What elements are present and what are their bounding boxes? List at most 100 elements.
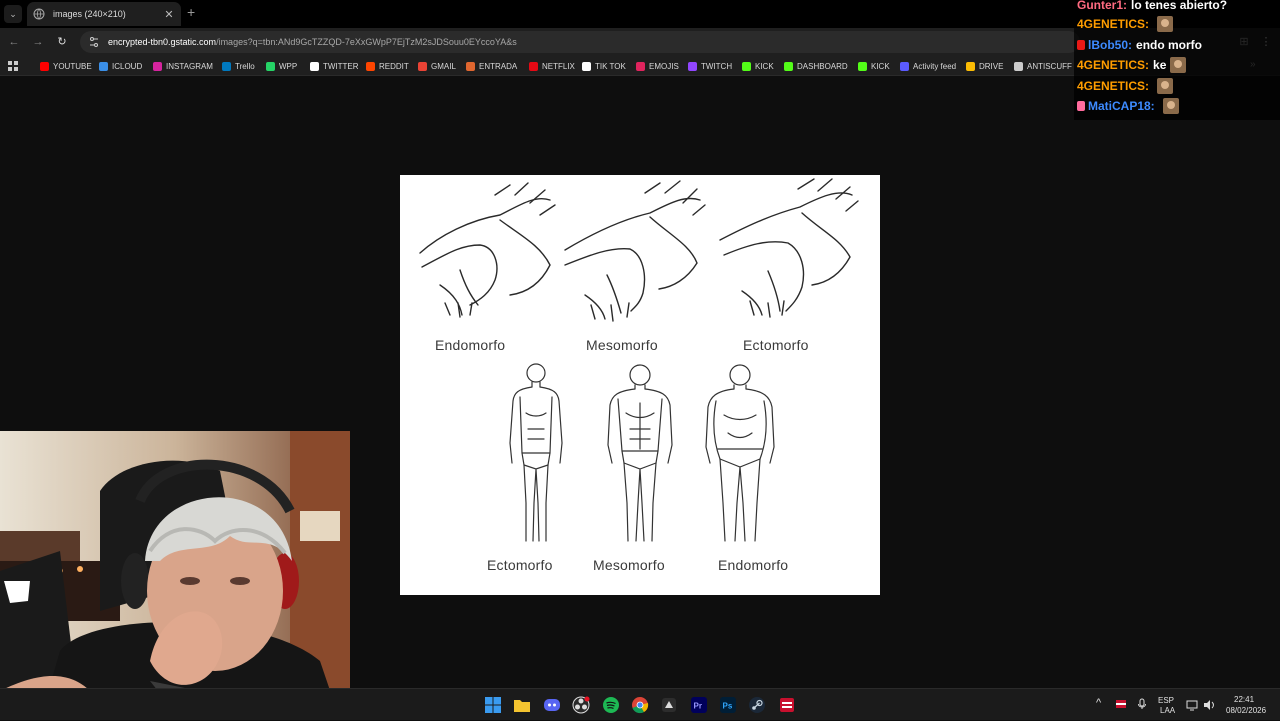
bookmark-twitch[interactable]: TWITCH [688, 60, 732, 73]
chat-username: MatiCAP18: [1088, 99, 1155, 113]
bookmark-label: DASHBOARD [797, 62, 848, 71]
bookmark-label: Trello [235, 62, 255, 71]
forward-arrow-icon[interactable]: → [30, 34, 46, 50]
bookmark-entrada[interactable]: ENTRADA [466, 60, 517, 73]
wrist-grip-ectomorfo-drawing [719, 178, 859, 318]
url-path: /images?q=tbn:ANd9GcTZZQD-7eXxGWpP7EjTzM… [216, 37, 517, 47]
apps-grid-icon[interactable] [8, 61, 19, 72]
photoshop-icon[interactable]: Ps [719, 696, 737, 714]
windows-start-icon[interactable] [484, 696, 502, 714]
chat-username: 4GENETICS: [1077, 79, 1150, 93]
address-bar[interactable]: encrypted-tbn0.gstatic.com/images?q=tbn:… [80, 31, 1080, 53]
figure-endomorfo-drawing [705, 364, 775, 542]
premiere-pro-icon[interactable]: Pr [690, 696, 708, 714]
chat-message: MatiCAP18: [1077, 97, 1179, 115]
site-info-icon[interactable] [88, 36, 100, 48]
app-icon[interactable] [660, 696, 678, 714]
bookmark-antiscuff[interactable]: ANTISCUFF [1014, 60, 1072, 73]
bookmark-dashboard[interactable]: DASHBOARD [784, 60, 848, 73]
bookmark-icloud[interactable]: ICLOUD [99, 60, 142, 73]
bookmark-favicon-icon [966, 62, 975, 71]
app-red-icon[interactable] [778, 696, 796, 714]
body-types-illustration [419, 178, 859, 542]
language-code[interactable]: ESP [1158, 696, 1174, 705]
chat-message: 4GENETICS: [1077, 15, 1174, 33]
bookmark-favicon-icon [688, 62, 697, 71]
spotify-icon[interactable] [602, 696, 620, 714]
chat-emote-icon [1162, 98, 1179, 114]
bookmark-favicon-icon [40, 62, 49, 71]
chat-username: 4GENETICS: [1077, 17, 1150, 31]
bookmark-kick[interactable]: KICK [742, 60, 774, 73]
file-explorer-icon[interactable] [513, 696, 531, 714]
wrist-grip-endomorfo-drawing [419, 182, 556, 318]
bookmark-netflix[interactable]: NETFLIX [529, 60, 575, 73]
bookmark-label: INSTAGRAM [166, 62, 213, 71]
bookmark-favicon-icon [742, 62, 751, 71]
bookmark-favicon-icon [900, 62, 909, 71]
chat-username: lBob50: [1088, 38, 1133, 52]
label-ectomorfo-bottom: Ectomorfo [487, 557, 553, 573]
clock-date[interactable]: 08/02/2026 [1226, 706, 1266, 715]
bookmark-youtube[interactable]: YOUTUBE [40, 60, 92, 73]
steam-icon[interactable] [748, 696, 766, 714]
bookmark-label: TWITTER [323, 62, 359, 71]
tray-flag-icon[interactable] [1115, 698, 1127, 710]
chat-text: endo morfo [1136, 38, 1203, 52]
chat-emote-icon [1170, 57, 1187, 73]
chat-badge-icon [1077, 40, 1085, 50]
bookmark-gmail[interactable]: GMAIL [418, 60, 456, 73]
bookmark-label: TIK TOK [595, 62, 626, 71]
figure-mesomorfo-drawing [607, 364, 673, 542]
tab-search-button[interactable]: ⌄ [4, 5, 22, 23]
network-icon[interactable] [1186, 699, 1198, 711]
discord-icon[interactable] [543, 696, 561, 714]
language-layout[interactable]: LAA [1160, 706, 1175, 715]
bookmark-label: YOUTUBE [53, 62, 92, 71]
bookmark-label: EMOJIS [649, 62, 679, 71]
bookmark-label: Activity feed [913, 62, 957, 71]
bookmark-trello[interactable]: Trello [222, 60, 255, 73]
bookmark-tik-tok[interactable]: TIK TOK [582, 60, 626, 73]
bookmark-drive[interactable]: DRIVE [966, 60, 1003, 73]
bookmark-kick[interactable]: KICK [858, 60, 890, 73]
label-mesomorfo-bottom: Mesomorfo [593, 557, 665, 573]
webcam-feed [0, 431, 350, 720]
bookmark-favicon-icon [366, 62, 375, 71]
bookmark-emojis[interactable]: EMOJIS [636, 60, 679, 73]
bookmark-favicon-icon [466, 62, 475, 71]
close-tab-button[interactable]: ✕ [163, 8, 175, 21]
figure-ectomorfo-drawing [509, 363, 563, 542]
chrome-icon[interactable] [631, 696, 649, 714]
chat-username: Gunter1: [1077, 0, 1128, 12]
url-text: encrypted-tbn0.gstatic.com/images?q=tbn:… [108, 37, 517, 47]
chat-message: lBob50: endo morfo [1077, 36, 1202, 54]
new-tab-button[interactable]: + [187, 4, 195, 20]
globe-icon [33, 8, 45, 20]
chat-message: 4GENETICS: ke [1077, 56, 1187, 74]
back-arrow-icon[interactable]: ← [6, 34, 22, 50]
obs-icon[interactable] [572, 696, 590, 714]
bookmark-label: GMAIL [431, 62, 456, 71]
tray-expand-chevron-icon[interactable]: ^ [1096, 697, 1101, 709]
chat-username: 4GENETICS: [1077, 58, 1150, 72]
tab-images[interactable]: images (240×210) ✕ [27, 2, 181, 26]
wrist-grip-mesomorfo-drawing [564, 180, 706, 322]
microphone-icon[interactable] [1136, 698, 1148, 710]
bookmark-label: KICK [871, 62, 890, 71]
bookmark-instagram[interactable]: INSTAGRAM [153, 60, 213, 73]
chat-text: lo tenes abierto? [1131, 0, 1228, 12]
bookmark-label: ICLOUD [112, 62, 143, 71]
bookmark-wpp[interactable]: WPP [266, 60, 297, 73]
bookmark-twitter[interactable]: TWITTER [310, 60, 359, 73]
bookmark-label: KICK [755, 62, 774, 71]
volume-icon[interactable] [1203, 699, 1215, 711]
bookmark-favicon-icon [222, 62, 231, 71]
bookmark-activity-feed[interactable]: Activity feed [900, 60, 956, 73]
bookmark-reddit[interactable]: REDDIT [366, 60, 409, 73]
somatotype-image[interactable]: Endomorfo Mesomorfo Ectomorfo Ectomorfo … [400, 175, 880, 595]
clock-time[interactable]: 22:41 [1234, 695, 1254, 704]
reload-icon[interactable]: ↻ [54, 34, 70, 50]
bookmark-favicon-icon [418, 62, 427, 71]
bookmark-favicon-icon [582, 62, 591, 71]
